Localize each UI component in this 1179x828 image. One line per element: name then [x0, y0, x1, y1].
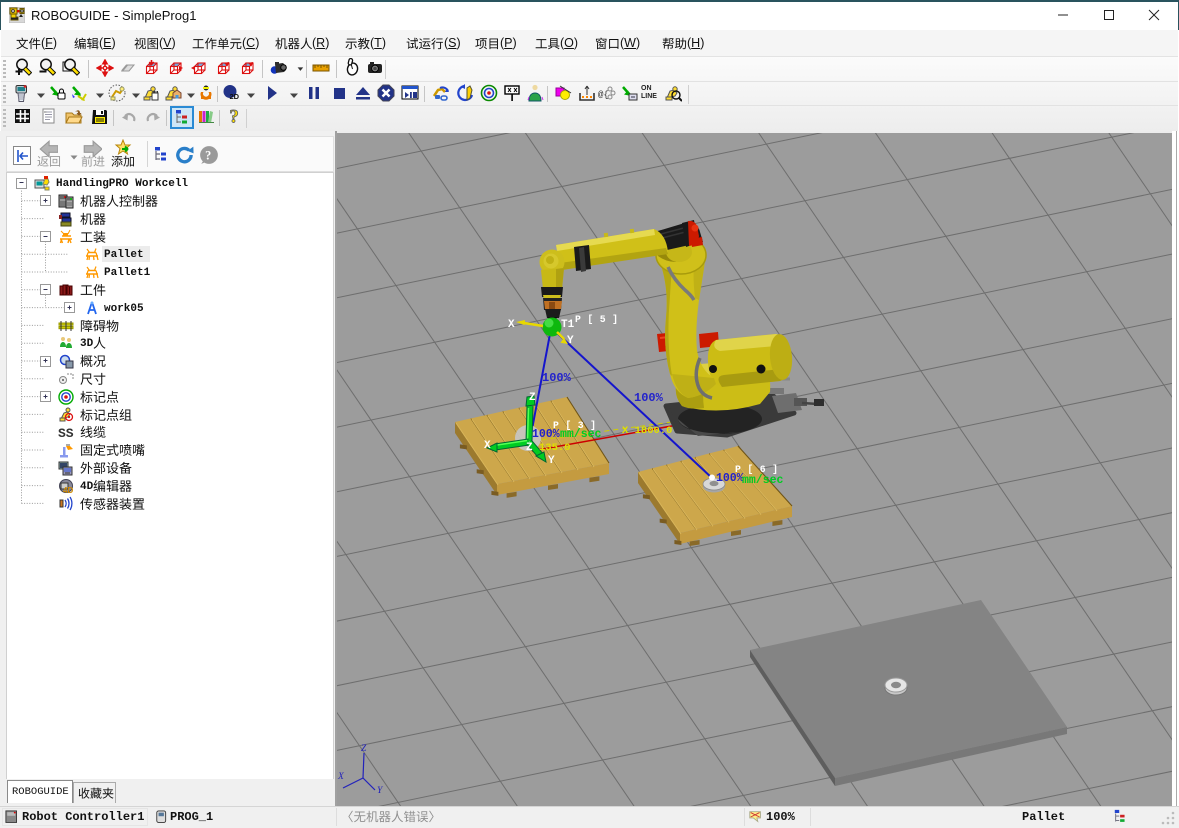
- svg-text:Y: Y: [548, 455, 555, 467]
- svg-text:135.0: 135.0: [539, 442, 571, 454]
- svg-text:100%: 100%: [542, 371, 572, 385]
- svg-text:X: X: [508, 319, 515, 331]
- svg-text:X 1800.0: X 1800.0: [622, 425, 672, 437]
- svg-text:?: ?: [229, 107, 238, 126]
- svg-text:100%: 100%: [716, 472, 744, 485]
- svg-text:P [ 5 ]: P [ 5 ]: [575, 314, 618, 325]
- svg-text:Z: Z: [361, 744, 367, 754]
- svg-text:2D: 2D: [230, 92, 240, 101]
- svg-text:100%: 100%: [634, 391, 664, 405]
- svg-text:Z: Z: [526, 442, 533, 454]
- svg-text:Z: Z: [529, 392, 536, 404]
- svg-text:100%: 100%: [532, 428, 560, 441]
- svg-text:T1: T1: [561, 319, 575, 331]
- svg-text:@{: @{: [598, 90, 609, 100]
- svg-text:SS: SS: [58, 426, 74, 440]
- svg-text:Y: Y: [567, 335, 574, 347]
- svg-text:mm/sec: mm/sec: [742, 474, 784, 487]
- svg-text:mm/sec: mm/sec: [560, 428, 602, 441]
- svg-text:X: X: [337, 772, 345, 782]
- svg-text:4D: 4D: [63, 486, 73, 494]
- svg-text:X: X: [484, 440, 491, 452]
